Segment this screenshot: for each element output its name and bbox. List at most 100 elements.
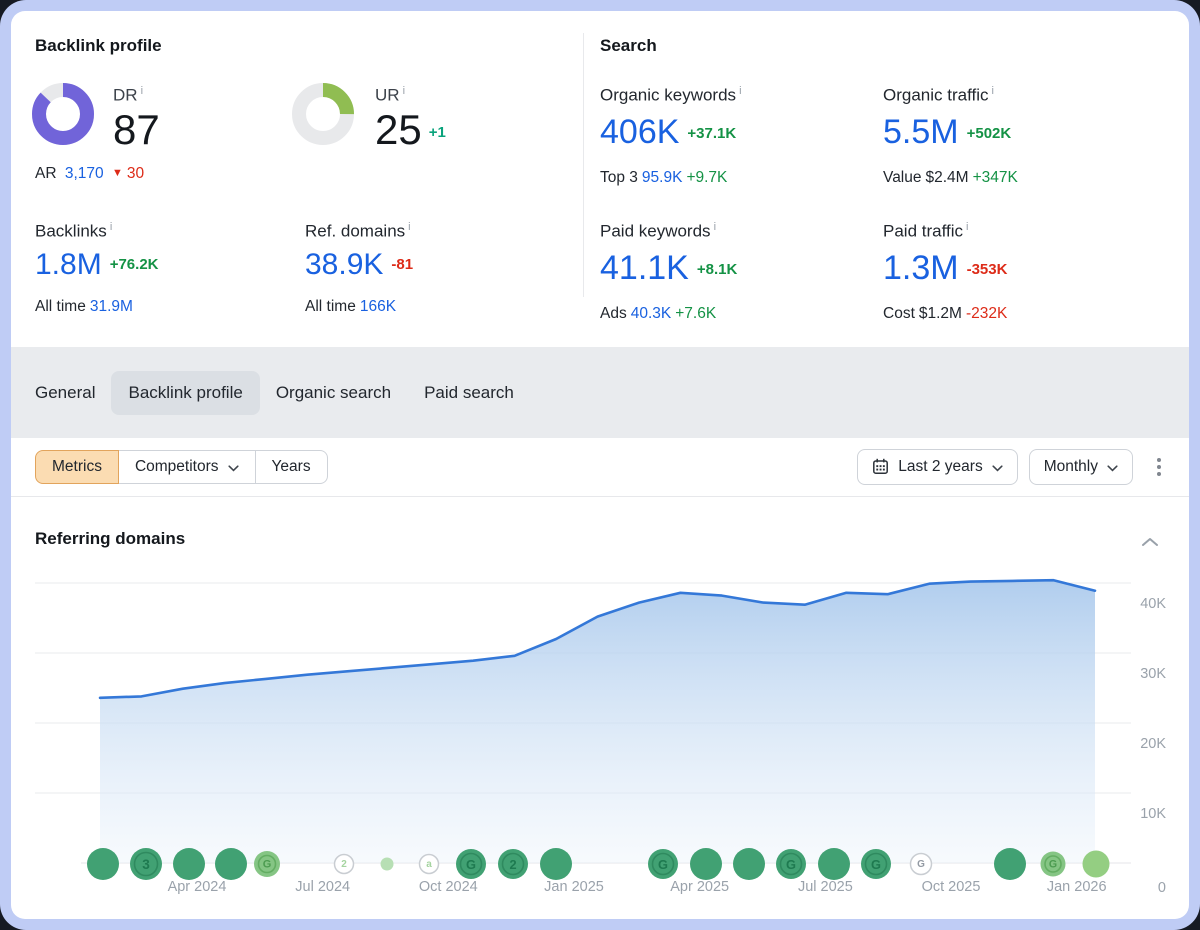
svg-text:0: 0 bbox=[1158, 880, 1166, 896]
svg-text:Jan 2025: Jan 2025 bbox=[544, 879, 604, 895]
chevron-down-icon bbox=[1107, 465, 1118, 472]
section-divider bbox=[583, 33, 584, 297]
info-icon[interactable]: i bbox=[739, 85, 741, 97]
dr-score: DRi 87 bbox=[113, 81, 160, 152]
svg-text:G: G bbox=[1049, 859, 1057, 871]
overview-card: Backlink profile Search DRi 87 URi 25+1 … bbox=[11, 11, 1189, 919]
svg-text:G: G bbox=[658, 857, 668, 872]
metric-backlinks: Backlinksi 1.8M+76.2K All time31.9M bbox=[35, 217, 159, 316]
date-range-button[interactable]: Last 2 years bbox=[857, 449, 1017, 485]
referring-domains-chart[interactable]: 0 10K 20K 30K 40K Apr 2024 Jul 2024 Oct 2024 Jan… bbox=[11, 560, 1189, 919]
svg-text:Apr 2025: Apr 2025 bbox=[670, 879, 729, 895]
svg-text:Oct 2024: Oct 2024 bbox=[419, 879, 478, 895]
svg-text:Jan 2026: Jan 2026 bbox=[1047, 879, 1107, 895]
svg-text:Apr 2024: Apr 2024 bbox=[168, 879, 227, 895]
svg-text:G: G bbox=[917, 859, 925, 870]
svg-text:2: 2 bbox=[509, 857, 516, 872]
ref-domains-alltime[interactable]: 166K bbox=[360, 298, 396, 315]
info-icon[interactable]: i bbox=[110, 221, 112, 233]
backlinks-delta: +76.2K bbox=[110, 256, 159, 273]
view-mode-segmented-control: Metrics Competitors Years bbox=[35, 450, 328, 484]
ar-rank-row: AR 3,170 ▼30 bbox=[35, 163, 152, 184]
svg-text:G: G bbox=[263, 859, 272, 871]
dr-label: DR bbox=[113, 86, 138, 105]
ur-label: UR bbox=[375, 86, 400, 105]
svg-text:Jul 2024: Jul 2024 bbox=[295, 879, 350, 895]
ar-delta: ▼30 bbox=[112, 165, 148, 182]
backlink-profile-section-title: Backlink profile bbox=[35, 36, 162, 56]
ref-domains-delta: -81 bbox=[391, 256, 413, 273]
section-tab-bar: General Backlink profile Organic search … bbox=[11, 347, 1189, 438]
collapse-chart-button[interactable] bbox=[1139, 532, 1161, 554]
cost-delta: -232K bbox=[966, 305, 1007, 322]
triangle-down-icon: ▼ bbox=[112, 167, 123, 179]
tab-organic-search[interactable]: Organic search bbox=[276, 383, 391, 403]
organic-traffic-delta: +502K bbox=[967, 125, 1012, 142]
info-icon[interactable]: i bbox=[408, 221, 410, 233]
svg-text:Jul 2025: Jul 2025 bbox=[798, 879, 853, 895]
info-icon[interactable]: i bbox=[403, 85, 405, 97]
dr-donut-gauge bbox=[32, 83, 94, 145]
page-background: Backlink profile Search DRi 87 URi 25+1 … bbox=[0, 0, 1200, 930]
more-menu-button[interactable] bbox=[1153, 451, 1165, 483]
ads-value[interactable]: 40.3K bbox=[631, 305, 672, 322]
info-icon[interactable]: i bbox=[141, 85, 143, 97]
traffic-value-delta: +347K bbox=[973, 169, 1018, 186]
granularity-button[interactable]: Monthly bbox=[1029, 449, 1133, 485]
metric-paid-traffic: Paid traffici 1.3M-353K Cost$1.2M-232K bbox=[883, 217, 1011, 323]
chevron-down-icon bbox=[992, 465, 1003, 472]
ar-value[interactable]: 3,170 bbox=[65, 165, 104, 182]
metric-ref-domains: Ref. domainsi 38.9K-81 All time166K bbox=[305, 217, 413, 316]
granularity-label: Monthly bbox=[1044, 458, 1098, 476]
info-icon[interactable]: i bbox=[714, 221, 716, 233]
svg-text:30K: 30K bbox=[1140, 666, 1166, 682]
date-range-label: Last 2 years bbox=[898, 458, 982, 476]
calendar-icon bbox=[872, 458, 889, 475]
ur-donut-gauge bbox=[292, 83, 354, 145]
top3-delta: +9.7K bbox=[686, 169, 727, 186]
metric-paid-keywords: Paid keywordsi 41.1K+8.1K Ads40.3K+7.6K bbox=[600, 217, 737, 323]
svg-text:G: G bbox=[871, 857, 881, 872]
organic-keywords-value[interactable]: 406K bbox=[600, 113, 679, 151]
svg-text:40K: 40K bbox=[1140, 596, 1166, 612]
svg-text:a: a bbox=[426, 859, 432, 870]
organic-keywords-delta: +37.1K bbox=[687, 125, 736, 142]
metrics-segment[interactable]: Metrics bbox=[35, 450, 119, 484]
chevron-down-icon bbox=[228, 465, 239, 472]
svg-text:10K: 10K bbox=[1140, 806, 1166, 822]
ur-delta: +1 bbox=[429, 124, 446, 141]
ref-domains-value[interactable]: 38.9K bbox=[305, 248, 383, 281]
chart-title: Referring domains bbox=[35, 529, 185, 549]
traffic-value-amount: $2.4M bbox=[926, 169, 969, 186]
info-icon[interactable]: i bbox=[966, 221, 968, 233]
ar-label: AR bbox=[35, 165, 57, 182]
competitors-segment[interactable]: Competitors bbox=[119, 450, 256, 484]
tab-backlink-profile[interactable]: Backlink profile bbox=[111, 371, 259, 415]
metric-organic-keywords: Organic keywordsi 406K+37.1K Top 395.9K+… bbox=[600, 81, 742, 187]
svg-text:3: 3 bbox=[142, 857, 150, 872]
organic-traffic-value[interactable]: 5.5M bbox=[883, 113, 959, 151]
svg-text:G: G bbox=[786, 857, 796, 872]
svg-text:Oct 2025: Oct 2025 bbox=[922, 879, 981, 895]
top3-value[interactable]: 95.9K bbox=[642, 169, 683, 186]
metric-organic-traffic: Organic traffici 5.5M+502K Value$2.4M+34… bbox=[883, 81, 1022, 187]
paid-keywords-value[interactable]: 41.1K bbox=[600, 249, 689, 287]
paid-traffic-delta: -353K bbox=[967, 261, 1008, 278]
backlinks-alltime[interactable]: 31.9M bbox=[90, 298, 133, 315]
chevron-up-icon bbox=[1141, 537, 1159, 547]
svg-text:20K: 20K bbox=[1140, 736, 1166, 752]
tab-general[interactable]: General bbox=[35, 383, 95, 403]
ur-score: URi 25 +1 bbox=[375, 81, 446, 155]
svg-text:2: 2 bbox=[341, 859, 347, 870]
years-segment[interactable]: Years bbox=[256, 450, 328, 484]
tab-paid-search[interactable]: Paid search bbox=[424, 383, 514, 403]
svg-text:G: G bbox=[466, 857, 476, 872]
cost-value: $1.2M bbox=[919, 305, 962, 322]
search-section-title: Search bbox=[600, 36, 657, 56]
backlinks-value[interactable]: 1.8M bbox=[35, 248, 102, 281]
ur-value: 25 bbox=[375, 106, 422, 153]
paid-traffic-value[interactable]: 1.3M bbox=[883, 249, 959, 287]
chart-filter-bar: Metrics Competitors Years Last 2 years M… bbox=[11, 438, 1189, 497]
dr-value: 87 bbox=[113, 106, 160, 153]
info-icon[interactable]: i bbox=[992, 85, 994, 97]
